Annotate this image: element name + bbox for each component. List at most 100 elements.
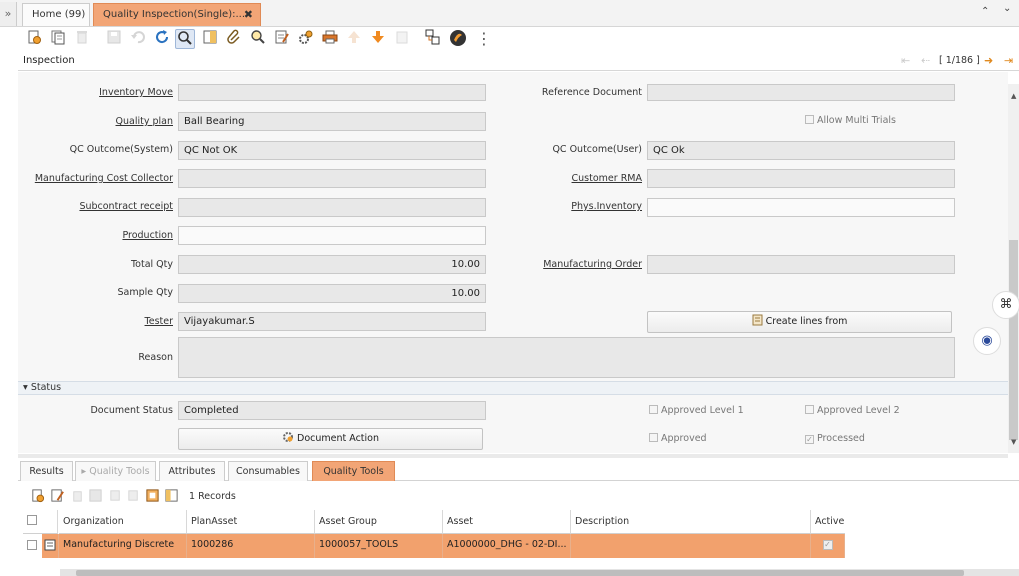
undo-icon[interactable] <box>128 29 148 49</box>
grid-notes-icon[interactable] <box>126 488 141 506</box>
manufacturing-order-label[interactable]: Manufacturing Order <box>543 259 642 270</box>
allow-multi-trials-box[interactable] <box>805 115 814 124</box>
tester-field[interactable]: Vijayakumar.S <box>178 312 486 331</box>
tab-results[interactable]: Results <box>20 461 73 481</box>
cell-asset-group[interactable]: 1000057_TOOLS <box>315 534 443 558</box>
reason-field[interactable] <box>178 337 955 378</box>
scroll-down-icon[interactable]: ▼ <box>1011 438 1016 446</box>
grid-edit-icon[interactable] <box>50 488 65 506</box>
grid-delete-icon[interactable] <box>70 488 85 506</box>
approved-checkbox[interactable]: Approved <box>649 433 707 444</box>
row-select-box[interactable] <box>27 540 37 550</box>
total-qty-field[interactable]: 10.00 <box>178 255 486 274</box>
manufacturing-cost-collector-field[interactable] <box>178 169 486 188</box>
approved-level-2-checkbox[interactable]: Approved Level 2 <box>805 405 900 416</box>
column-header-active[interactable]: Active <box>811 510 845 534</box>
next-record-icon[interactable]: ➜ <box>984 54 993 67</box>
panel-splitter[interactable] <box>18 454 1008 458</box>
print-icon[interactable] <box>320 29 340 49</box>
grid-toggle-icon[interactable] <box>200 29 220 49</box>
subcontract-receipt-label[interactable]: Subcontract receipt <box>79 201 173 212</box>
tab-quality-inspection[interactable]: Quality Inspection(Single):... ✖ <box>93 3 261 26</box>
attachment-icon[interactable] <box>224 29 244 49</box>
allow-multi-trials-checkbox[interactable]: Allow Multi Trials <box>805 115 896 126</box>
inventory-move-field[interactable] <box>178 84 486 101</box>
phys-inventory-label[interactable]: Phys.Inventory <box>571 201 642 212</box>
approved-level-1-checkbox[interactable]: Approved Level 1 <box>649 405 744 416</box>
scroll-up-icon[interactable]: ▲ <box>1011 92 1016 100</box>
close-tab-icon[interactable]: ✖ <box>244 4 253 26</box>
phys-inventory-field[interactable] <box>647 198 955 217</box>
chatbot-icon[interactable]: ◉ <box>973 327 1001 355</box>
column-header-asset[interactable]: Asset <box>443 510 571 534</box>
copy-record-icon[interactable] <box>48 29 68 49</box>
cell-active[interactable]: ✓ <box>811 534 845 558</box>
column-header-planasset[interactable]: PlanAsset <box>187 510 315 534</box>
form-scrollbar-thumb[interactable] <box>1009 240 1018 440</box>
tab-consumables[interactable]: Consumables <box>228 461 308 481</box>
tab-list-icon[interactable]: ⌄ <box>1003 3 1011 14</box>
cell-plan-asset[interactable]: 1000286 <box>187 534 315 558</box>
expand-sidebar-icon[interactable]: » <box>0 2 17 26</box>
tab-quality-tools[interactable]: Quality Tools <box>312 461 395 481</box>
qc-outcome-user-field[interactable]: QC Ok <box>647 141 955 160</box>
customer-rma-field[interactable] <box>647 169 955 188</box>
find-icon[interactable] <box>175 29 195 49</box>
processed-box[interactable]: ✓ <box>805 435 814 444</box>
manufacturing-cost-collector-label[interactable]: Manufacturing Cost Collector <box>35 173 173 184</box>
cell-organization[interactable]: Manufacturing Discrete <box>59 534 187 558</box>
column-header-description[interactable]: Description <box>571 510 811 534</box>
report-icon[interactable] <box>423 29 443 49</box>
grid-copy-icon[interactable] <box>108 488 123 506</box>
select-all-checkbox[interactable] <box>23 510 58 534</box>
quick-links-icon[interactable]: ⌘ <box>992 291 1019 319</box>
more-menu-icon[interactable]: ⋮ <box>474 29 494 49</box>
last-record-icon[interactable]: ⇥ <box>1004 54 1013 67</box>
row-select-checkbox[interactable] <box>23 534 42 558</box>
quality-plan-field[interactable]: Ball Bearing <box>178 112 486 131</box>
zoom-across-icon[interactable] <box>248 29 268 49</box>
select-all-box[interactable] <box>27 515 37 525</box>
process-icon[interactable] <box>296 29 316 49</box>
column-header-organization[interactable]: Organization <box>59 510 187 534</box>
sample-qty-field[interactable]: 10.00 <box>178 284 486 303</box>
tester-label[interactable]: Tester <box>145 316 173 327</box>
grid-new-icon[interactable] <box>30 488 45 506</box>
row-edit-icon[interactable] <box>42 534 59 558</box>
customer-rma-label[interactable]: Customer RMA <box>572 173 642 184</box>
inventory-move-label[interactable]: Inventory Move <box>99 87 173 98</box>
tab-home[interactable]: Home (99) <box>22 3 90 26</box>
collapse-icon[interactable]: ⌃ <box>981 6 989 17</box>
delete-icon[interactable] <box>72 29 92 49</box>
processed-checkbox[interactable]: ✓ Processed <box>805 433 865 444</box>
grid-horizontal-scrollbar-thumb[interactable] <box>76 570 964 576</box>
manufacturing-order-field[interactable] <box>647 255 955 274</box>
grid-export-icon[interactable] <box>145 488 160 506</box>
cell-description[interactable] <box>571 534 811 558</box>
approved-level-2-box[interactable] <box>805 405 814 414</box>
tab-attributes[interactable]: Attributes <box>159 461 225 481</box>
archive-icon[interactable] <box>392 29 412 49</box>
cell-asset[interactable]: A1000000_DHG - 02-DI... <box>443 534 571 558</box>
document-action-button[interactable]: Document Action <box>178 428 483 450</box>
save-icon[interactable] <box>104 29 124 49</box>
column-header-asset-group[interactable]: Asset Group <box>315 510 443 534</box>
production-field[interactable] <box>178 226 486 245</box>
status-section-header[interactable]: ▾ Status <box>18 381 1008 395</box>
create-lines-from-button[interactable]: Create lines from <box>647 311 952 333</box>
refresh-icon[interactable] <box>152 29 172 49</box>
approved-box[interactable] <box>649 433 658 442</box>
detail-record-icon[interactable] <box>368 29 388 49</box>
parent-record-icon[interactable] <box>344 29 364 49</box>
production-label[interactable]: Production <box>122 230 173 241</box>
quality-plan-label[interactable]: Quality plan <box>116 116 173 127</box>
reference-document-field[interactable] <box>647 84 955 101</box>
notes-icon[interactable] <box>272 29 292 49</box>
approved-level-1-box[interactable] <box>649 405 658 414</box>
workflow-icon[interactable] <box>448 29 468 49</box>
new-record-icon[interactable] <box>24 29 44 49</box>
grid-toggle-form-icon[interactable] <box>164 488 179 506</box>
grid-save-icon[interactable] <box>88 488 103 506</box>
subcontract-receipt-field[interactable] <box>178 198 486 217</box>
first-record-icon[interactable]: ⇤ <box>901 54 910 67</box>
